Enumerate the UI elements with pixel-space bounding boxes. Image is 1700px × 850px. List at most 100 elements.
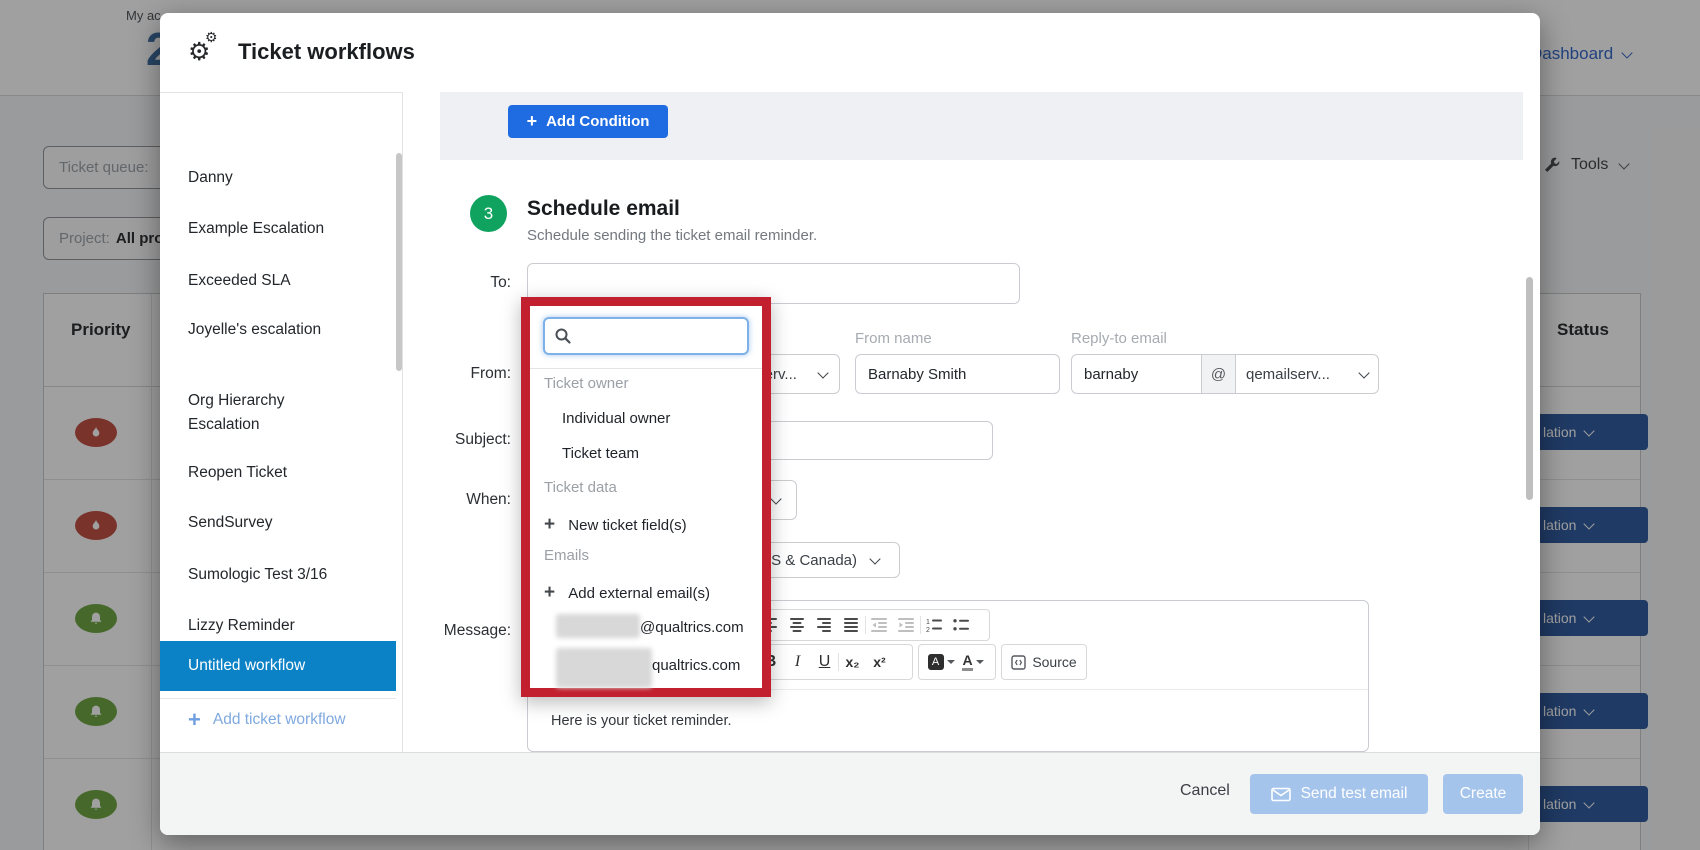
align-center-icon[interactable] xyxy=(784,610,811,640)
plus-icon: + xyxy=(544,514,555,535)
indent-decrease-icon[interactable] xyxy=(866,610,893,640)
add-external-email-label: Add external email(s) xyxy=(568,585,710,602)
superscript-icon[interactable]: x² xyxy=(866,645,893,679)
sidebar-scrollbar-thumb[interactable] xyxy=(396,153,402,371)
from-label: From: xyxy=(440,365,511,383)
option-email-2[interactable]: qualtrics.com xyxy=(652,657,740,674)
add-ticket-workflow-label: Add ticket workflow xyxy=(213,711,346,729)
search-icon xyxy=(554,327,572,345)
modal-footer: Cancel Send test email Create xyxy=(160,752,1540,835)
reply-to-input[interactable] xyxy=(1071,354,1202,394)
subscript-icon[interactable]: x₂ xyxy=(839,645,866,679)
send-test-email-button[interactable]: Send test email xyxy=(1250,774,1428,814)
svg-text:1: 1 xyxy=(926,619,930,626)
plus-icon: + xyxy=(544,582,555,603)
to-label: To: xyxy=(440,274,511,292)
at-sign-separator: @ xyxy=(1201,354,1236,394)
text-color-letter: A xyxy=(962,653,972,671)
editor-toolbar-source-group: Source xyxy=(1001,644,1087,680)
redacted-email-name xyxy=(556,614,640,638)
italic-icon[interactable]: I xyxy=(784,645,811,679)
group-header-ticket-owner: Ticket owner xyxy=(544,375,628,392)
editor-toolbar-alignment-group: 12 xyxy=(756,609,990,641)
new-ticket-field-label: New ticket field(s) xyxy=(568,517,686,534)
send-test-email-label: Send test email xyxy=(1301,785,1408,803)
redacted-email-name xyxy=(556,648,652,688)
background-color-icon[interactable]: A xyxy=(925,645,957,679)
conditions-section: + Add Condition xyxy=(440,92,1523,160)
from-name-input[interactable] xyxy=(855,354,1060,394)
source-button[interactable]: Source xyxy=(1011,654,1076,670)
modal-header: ⚙⚙ Ticket workflows xyxy=(188,35,415,69)
at-sign: @ xyxy=(1211,366,1226,383)
workflow-sidebar: Danny Example Escalation Exceeded SLA Jo… xyxy=(160,92,403,752)
caret-down-icon xyxy=(976,660,984,664)
sidebar-item-org-hierarchy-escalation[interactable]: Org Hierarchy Escalation xyxy=(160,389,340,437)
ordered-list-icon[interactable]: 12 xyxy=(921,610,948,640)
from-name-label: From name xyxy=(855,330,932,347)
group-header-ticket-data: Ticket data xyxy=(544,479,617,496)
plus-icon: + xyxy=(527,111,538,132)
source-label: Source xyxy=(1032,654,1076,670)
action-new-ticket-field[interactable]: + New ticket field(s) xyxy=(544,514,687,536)
reply-domain-select[interactable]: qemailserv... xyxy=(1235,354,1379,394)
chevron-down-icon xyxy=(869,553,880,564)
reply-to-email-label: Reply-to email xyxy=(1071,330,1167,347)
create-button[interactable]: Create xyxy=(1443,774,1523,814)
svg-text:2: 2 xyxy=(926,627,930,632)
create-label: Create xyxy=(1460,785,1507,803)
step-number-badge: 3 xyxy=(470,195,507,232)
chevron-down-icon xyxy=(817,367,828,378)
subject-label: Subject: xyxy=(440,431,511,449)
action-add-external-email[interactable]: + Add external email(s) xyxy=(544,582,710,604)
cancel-button[interactable]: Cancel xyxy=(1180,782,1230,800)
reply-domain-value: qemailserv... xyxy=(1246,366,1330,383)
group-header-emails: Emails xyxy=(544,547,589,564)
indent-increase-icon[interactable] xyxy=(893,610,920,640)
align-right-icon[interactable] xyxy=(811,610,838,640)
when-label: When: xyxy=(440,491,511,509)
sidebar-item-joyelles-escalation[interactable]: Joyelle's escalation xyxy=(160,318,330,342)
editor-toolbar-format-group: B I U x₂ x² xyxy=(756,644,913,680)
sidebar-item-sendsurvey[interactable]: SendSurvey xyxy=(160,511,390,535)
message-label: Message: xyxy=(440,622,511,640)
option-email-1[interactable]: @qualtrics.com xyxy=(640,619,744,636)
text-color-icon[interactable]: A xyxy=(957,645,989,679)
add-ticket-workflow-button[interactable]: + Add ticket workflow xyxy=(188,711,346,729)
sidebar-item-danny[interactable]: Danny xyxy=(160,166,390,190)
bullet-list-icon[interactable] xyxy=(948,610,975,640)
sidebar-divider xyxy=(160,698,396,699)
chevron-down-icon xyxy=(1358,367,1369,378)
sidebar-item-lizzy-reminder[interactable]: Lizzy Reminder xyxy=(160,614,390,638)
source-code-icon xyxy=(1011,655,1026,670)
chevron-down-icon xyxy=(770,493,781,504)
add-condition-button[interactable]: + Add Condition xyxy=(508,105,668,138)
dropdown-search-box xyxy=(543,317,749,355)
ticket-workflows-modal: ⚙⚙ Ticket workflows Danny Example Escala… xyxy=(160,13,1540,835)
align-justify-icon[interactable] xyxy=(838,610,865,640)
background-color-letter: A xyxy=(928,654,944,670)
plus-icon: + xyxy=(188,711,201,729)
modal-scrollbar-thumb[interactable] xyxy=(1526,277,1533,500)
dropdown-search-input[interactable] xyxy=(572,319,747,353)
option-ticket-team[interactable]: Ticket team xyxy=(562,445,639,462)
step-subtitle: Schedule sending the ticket email remind… xyxy=(527,227,817,244)
message-body-text[interactable]: Here is your ticket reminder. xyxy=(551,713,732,729)
gears-icon: ⚙⚙ xyxy=(188,35,226,69)
caret-down-icon xyxy=(947,660,955,664)
sidebar-item-example-escalation[interactable]: Example Escalation xyxy=(160,217,390,241)
underline-icon[interactable]: U xyxy=(811,645,838,679)
sidebar-item-sumologic-test[interactable]: Sumologic Test 3/16 xyxy=(160,563,390,587)
sidebar-item-exceeded-sla[interactable]: Exceeded SLA xyxy=(160,269,390,293)
recipient-dropdown-highlighted: Ticket owner Individual owner Ticket tea… xyxy=(521,297,771,697)
option-individual-owner[interactable]: Individual owner xyxy=(562,410,670,427)
step-title: Schedule email xyxy=(527,197,680,221)
screen: My ac 2 Dashboard Tools Ticket queue: Pr… xyxy=(0,0,1700,850)
add-condition-label: Add Condition xyxy=(546,113,649,130)
sidebar-item-reopen-ticket[interactable]: Reopen Ticket xyxy=(160,461,390,485)
dropdown-divider xyxy=(530,368,762,369)
modal-title: Ticket workflows xyxy=(238,39,415,65)
sidebar-item-untitled-workflow-selected[interactable]: Untitled workflow xyxy=(160,641,396,691)
editor-toolbar-color-group: A A xyxy=(918,644,996,680)
envelope-icon xyxy=(1271,787,1291,802)
